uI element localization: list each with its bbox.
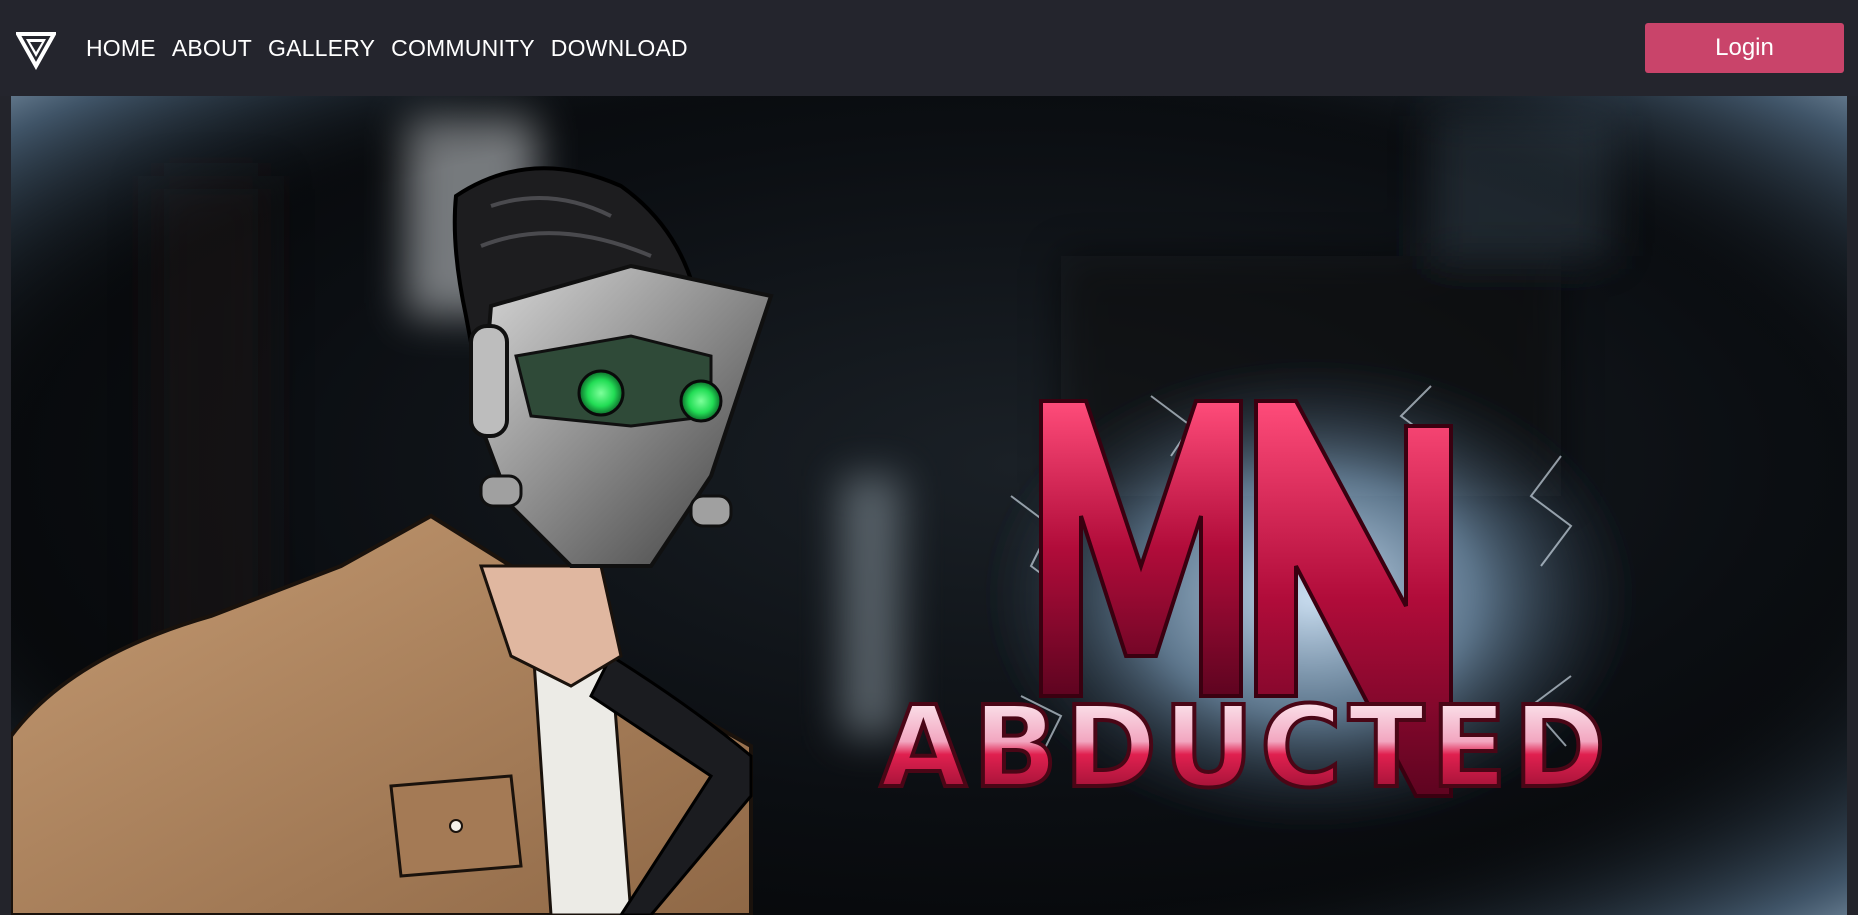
nav-link-community[interactable]: COMMUNITY xyxy=(391,33,535,63)
logo-abducted-wordmark: ABDUCTED xyxy=(878,681,1612,815)
main-nav: HOME ABOUT GALLERY COMMUNITY DOWNLOAD xyxy=(86,33,704,63)
hero-artwork: MN ABDUCTED xyxy=(11,96,1847,915)
hero-banner: MN ABDUCTED xyxy=(11,96,1847,915)
top-navbar: HOME ABOUT GALLERY COMMUNITY DOWNLOAD Lo… xyxy=(0,0,1858,96)
triangle-logo-icon[interactable] xyxy=(16,30,56,70)
logo-mn-text: MN xyxy=(1237,545,1259,559)
nav-link-about[interactable]: ABOUT xyxy=(172,33,252,63)
login-button[interactable]: Login xyxy=(1645,23,1844,73)
nav-link-download[interactable]: DOWNLOAD xyxy=(551,33,688,63)
nav-link-gallery[interactable]: GALLERY xyxy=(268,33,375,63)
logo-abducted-text: ABDUCTED xyxy=(880,683,1612,813)
nav-link-home[interactable]: HOME xyxy=(86,33,156,63)
